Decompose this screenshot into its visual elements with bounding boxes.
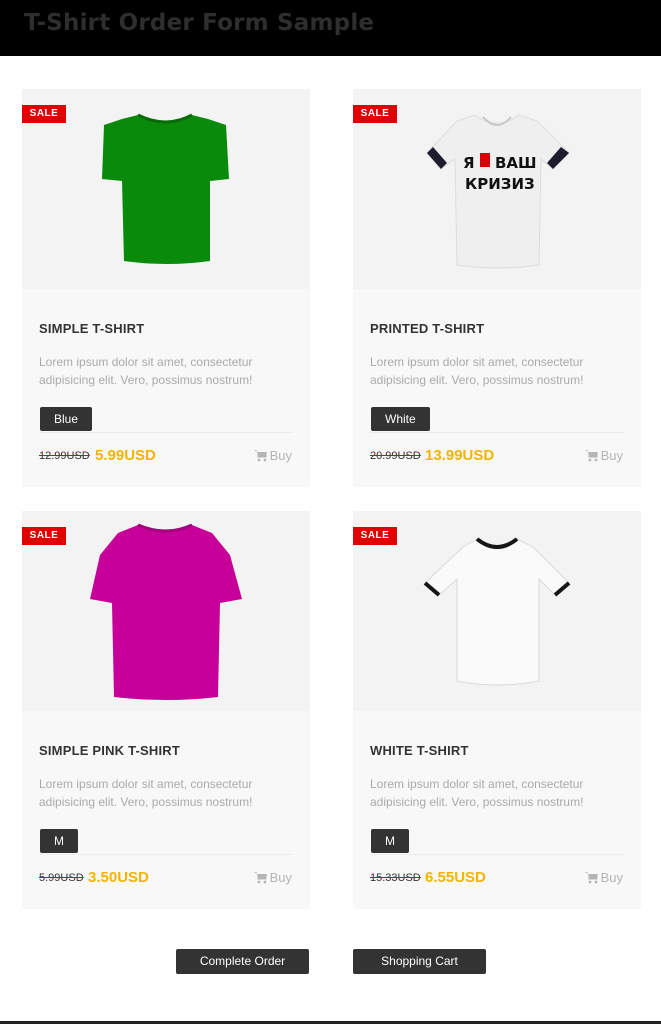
- product-description: Lorem ipsum dolor sit amet, consectetur …: [370, 777, 584, 809]
- old-price: 15.33USD: [370, 872, 421, 884]
- product-card-white-tshirt: SALE WHITE T-SHIRT Lorem ipsum dolor sit…: [353, 511, 641, 909]
- old-price: 5.99USD: [39, 872, 84, 884]
- buy-label: Buy: [269, 870, 292, 885]
- divider: [39, 854, 293, 855]
- product-card-printed-tshirt: Я ВАШ КРИЗИЗ SALE PRINTED T-SHIRT Lorem …: [353, 89, 641, 487]
- page-header: T-Shirt Order Form Sample: [0, 0, 661, 56]
- buy-label: Buy: [600, 870, 623, 885]
- sale-price: 13.99USD: [425, 447, 495, 464]
- sale-badge: SALE: [22, 527, 66, 545]
- product-description: Lorem ipsum dolor sit amet, consectetur …: [370, 355, 584, 387]
- complete-order-button[interactable]: Complete Order: [176, 949, 309, 974]
- product-title: PRINTED T-SHIRT: [370, 321, 485, 336]
- product-title: SIMPLE PINK T-SHIRT: [39, 743, 181, 758]
- product-card-simple-pink-tshirt: SALE SIMPLE PINK T-SHIRT Lorem ipsum dol…: [22, 511, 310, 909]
- divider: [370, 854, 624, 855]
- color-option-button[interactable]: Blue: [40, 407, 93, 431]
- buy-label: Buy: [269, 448, 292, 463]
- buy-button[interactable]: Buy: [253, 448, 292, 463]
- sale-badge: SALE: [22, 105, 66, 123]
- product-description: Lorem ipsum dolor sit amet, consectetur …: [39, 777, 253, 809]
- product-title: WHITE T-SHIRT: [370, 743, 469, 758]
- color-option-button[interactable]: White: [371, 407, 430, 431]
- buy-button[interactable]: Buy: [253, 870, 292, 885]
- divider: [370, 432, 624, 433]
- cart-icon: [253, 450, 267, 462]
- old-price: 12.99USD: [39, 450, 90, 462]
- product-title: SIMPLE T-SHIRT: [39, 321, 145, 336]
- sale-price: 6.55USD: [425, 869, 486, 886]
- shopping-cart-button[interactable]: Shopping Cart: [353, 949, 486, 974]
- product-description: Lorem ipsum dolor sit amet, consectetur …: [39, 355, 253, 387]
- page-title: T-Shirt Order Form Sample: [24, 10, 375, 36]
- cart-icon: [584, 450, 598, 462]
- cart-icon: [253, 872, 267, 884]
- sale-price: 3.50USD: [88, 869, 149, 886]
- print-text-1: Я: [463, 154, 475, 172]
- cart-icon: [584, 872, 598, 884]
- size-option-button[interactable]: M: [371, 829, 409, 853]
- size-option-button[interactable]: M: [40, 829, 78, 853]
- sale-badge: SALE: [353, 105, 397, 123]
- sale-badge: SALE: [353, 527, 397, 545]
- product-card-simple-tshirt: SALE SIMPLE T-SHIRT Lorem ipsum dolor si…: [22, 89, 310, 487]
- print-text-2: ВАШ: [495, 154, 537, 172]
- divider: [39, 432, 293, 433]
- buy-button[interactable]: Buy: [584, 870, 623, 885]
- buy-button[interactable]: Buy: [584, 448, 623, 463]
- old-price: 20.99USD: [370, 450, 421, 462]
- sale-price: 5.99USD: [95, 447, 156, 464]
- buy-label: Buy: [600, 448, 623, 463]
- print-text-3: КРИЗИЗ: [465, 175, 535, 193]
